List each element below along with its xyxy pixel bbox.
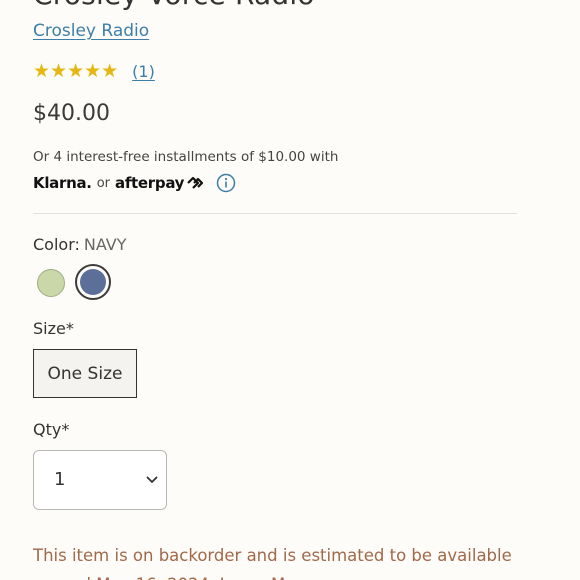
size-option-one-size[interactable]: One Size xyxy=(33,349,137,398)
rating: ★★★★★ (1) xyxy=(33,60,155,82)
afterpay-logo: afterpay xyxy=(115,174,185,192)
product-detail-page: Crosley Vorce Radio Crosley Radio ★★★★★ … xyxy=(0,0,580,580)
product-price: $40.00 xyxy=(33,101,110,126)
backorder-notice: This item is on backorder and is estimat… xyxy=(33,546,512,580)
selected-color-value: NAVY xyxy=(83,235,127,254)
info-circle-icon[interactable] xyxy=(216,173,236,193)
klarna-logo: Klarna. xyxy=(33,174,92,192)
payment-providers: Klarna. or afterpay xyxy=(33,170,236,196)
quantity-value: 1 xyxy=(54,469,66,490)
afterpay-arrows-icon xyxy=(187,176,204,189)
brand-link[interactable]: Crosley Radio xyxy=(33,21,149,41)
or-text: or xyxy=(96,175,110,191)
product-title: Crosley Vorce Radio xyxy=(33,0,315,11)
qty-label: Qty* xyxy=(33,420,70,439)
size-label: Size* xyxy=(33,319,74,338)
quantity-select[interactable]: 1 xyxy=(33,450,167,510)
color-swatch-sage[interactable] xyxy=(37,269,65,297)
star-rating-icon: ★★★★★ xyxy=(33,60,119,82)
chevron-down-icon xyxy=(146,476,158,483)
section-divider xyxy=(33,213,517,214)
installments-text: Or 4 interest-free installments of $10.0… xyxy=(33,149,339,165)
color-label-text: Color: xyxy=(33,235,80,254)
color-swatch-navy[interactable] xyxy=(80,269,106,295)
review-count-link[interactable]: (1) xyxy=(132,62,155,81)
color-label: Color: NAVY xyxy=(33,235,127,254)
